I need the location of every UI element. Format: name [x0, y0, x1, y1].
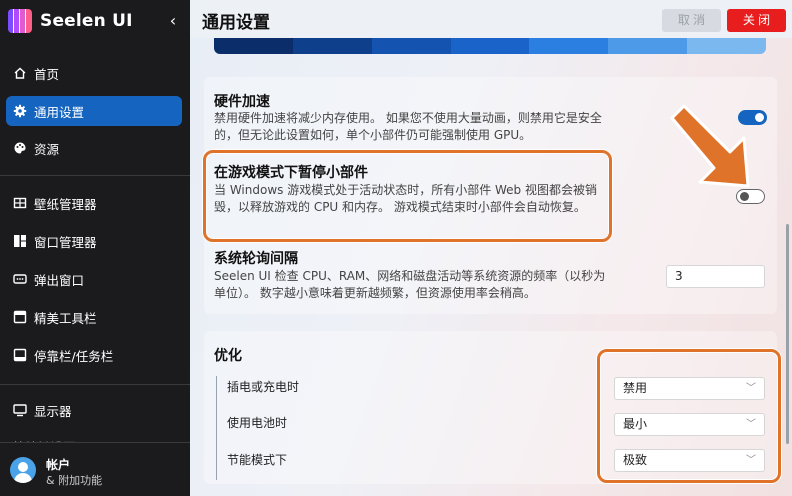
collapse-sidebar-icon[interactable]: ‹	[164, 10, 182, 32]
sidebar-item-home[interactable]: 首页	[6, 58, 182, 88]
sidebar-item-label: 弹出窗口	[34, 272, 85, 288]
sidebar-divider	[0, 384, 190, 385]
palette-swatch	[292, 38, 372, 54]
palette-icon	[14, 142, 26, 154]
palette-swatch	[529, 38, 609, 54]
popup-icon	[13, 274, 27, 284]
wallpaper-icon	[13, 197, 27, 209]
dock-icon	[13, 348, 27, 362]
color-palette-banner	[214, 38, 766, 54]
sidebar-item-label: 壁纸管理器	[34, 196, 97, 212]
sidebar-item-general-settings[interactable]: 通用设置	[6, 96, 182, 126]
highlight-box-game-mode	[203, 150, 612, 242]
power-saver-label: 节能模式下	[227, 453, 288, 467]
hw-accel-desc: 禁用硬件加速将减少内存使用。 如果您不使用大量动画，则禁用它是安全的，但无论此设…	[214, 111, 602, 142]
sidebar-item-dock-taskbar[interactable]: 停靠栏/任务栏	[6, 340, 182, 370]
poll-interval-title: 系统轮询间隔	[214, 251, 298, 267]
seelen-logo-icon	[8, 9, 32, 33]
sidebar-item-popups[interactable]: 弹出窗口	[6, 264, 182, 294]
page-title: 通用设置	[202, 13, 270, 33]
sidebar: Seelen UI ‹ 首页 通用设置 资源 壁纸管理器 窗口管理器 弹出窗口	[0, 0, 190, 496]
optimization-group-line	[216, 376, 217, 480]
sidebar-item-label: 精美工具栏	[34, 310, 97, 326]
palette-swatch	[687, 38, 766, 54]
cancel-button[interactable]: 取 消	[662, 9, 721, 32]
hw-accel-title: 硬件加速	[214, 94, 270, 110]
scrollbar-thumb[interactable]	[786, 224, 789, 444]
highlight-box-optimization	[597, 349, 781, 483]
brand: Seelen UI	[8, 8, 133, 34]
sidebar-item-label: 显示器	[34, 403, 72, 419]
annotation-arrow-icon	[670, 104, 750, 188]
poll-interval-desc: Seelen UI 检查 CPU、RAM、网络和磁盘活动等系统资源的频率（以秒为…	[214, 269, 606, 300]
toolbar-icon	[13, 310, 27, 324]
palette-swatch	[608, 38, 688, 54]
window-manager-icon	[14, 235, 26, 247]
palette-swatch	[450, 38, 530, 54]
main-content: 通用设置 取 消 关 闭 硬件加速 禁用硬件加速将减少内存使用。 如果您不使用大…	[190, 0, 792, 496]
home-icon	[14, 67, 26, 79]
plugged-in-label: 插电或充电时	[227, 380, 300, 394]
app-name: Seelen UI	[40, 11, 133, 31]
gear-icon	[13, 104, 27, 118]
optimization-title: 优化	[214, 348, 242, 364]
sidebar-item-label: 窗口管理器	[34, 234, 97, 250]
sidebar-item-label: 停靠栏/任务栏	[34, 348, 114, 364]
monitor-icon	[13, 404, 27, 417]
account-subtitle: & 附加功能	[46, 474, 103, 487]
page-header: 通用设置 取 消 关 闭	[190, 0, 792, 38]
on-battery-label: 使用电池时	[227, 416, 288, 430]
sidebar-item-wallpaper-manager[interactable]: 壁纸管理器	[6, 188, 182, 218]
account-section[interactable]: 帐户 & 附加功能	[0, 442, 190, 496]
palette-swatch	[371, 38, 451, 54]
sidebar-item-label: 首页	[34, 66, 60, 82]
sidebar-item-fancy-toolbar[interactable]: 精美工具栏	[6, 302, 182, 332]
account-name: 帐户	[46, 458, 71, 472]
poll-interval-input[interactable]: 3	[666, 265, 765, 288]
sidebar-item-label: 通用设置	[34, 104, 85, 120]
sidebar-item-monitors[interactable]: 显示器	[6, 395, 182, 425]
sidebar-divider	[0, 175, 190, 176]
sidebar-item-label: 资源	[34, 141, 60, 157]
avatar-user-icon	[10, 457, 36, 483]
sidebar-item-window-manager[interactable]: 窗口管理器	[6, 226, 182, 256]
close-button[interactable]: 关 闭	[727, 9, 786, 32]
sidebar-item-resources[interactable]: 资源	[6, 133, 182, 163]
palette-swatch	[214, 38, 293, 54]
scrollbar[interactable]	[786, 44, 789, 474]
